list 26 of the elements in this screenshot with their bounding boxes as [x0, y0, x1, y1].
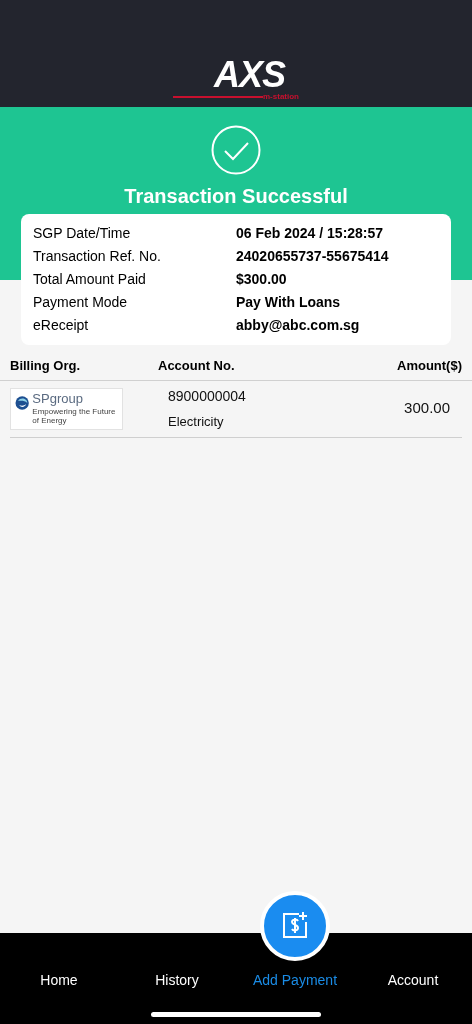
column-header: Amount($)	[397, 357, 462, 375]
bill-type: Electricity	[168, 412, 225, 431]
org-tagline: Empowering the Future of Energy	[32, 407, 117, 425]
nav-tab[interactable]: History	[118, 970, 236, 988]
detail-value: Pay With Loans	[236, 293, 341, 312]
detail-value: $300.00	[236, 270, 287, 289]
nav-tab[interactable]: Home	[0, 970, 118, 988]
detail-label: Transaction Ref. No.	[33, 247, 162, 266]
detail-value: abby@abc.com.sg	[236, 316, 360, 335]
logo-subtitle: m-station	[263, 93, 299, 101]
nav-tab[interactable]: Account	[354, 970, 472, 988]
org-name: SPgroup	[32, 392, 84, 405]
check-icon	[211, 125, 261, 175]
nav-tab[interactable]: Add Payment	[236, 970, 354, 988]
detail-label: SGP Date/Time	[33, 224, 132, 243]
detail-label: Payment Mode	[33, 293, 129, 312]
detail-label: eReceipt	[33, 316, 90, 335]
account-number: 8900000004	[168, 386, 246, 406]
column-header: Billing Org.	[10, 357, 82, 375]
detail-value: 06 Feb 2024 / 15:28:57	[236, 224, 384, 243]
amount: 300.00	[404, 398, 450, 419]
detail-label: Total Amount Paid	[33, 270, 147, 289]
detail-value: 24020655737-55675414	[236, 247, 389, 266]
status-title: Transaction Successful	[124, 184, 348, 209]
column-header: Account No.	[158, 357, 236, 375]
logo: AXS	[213, 57, 286, 93]
